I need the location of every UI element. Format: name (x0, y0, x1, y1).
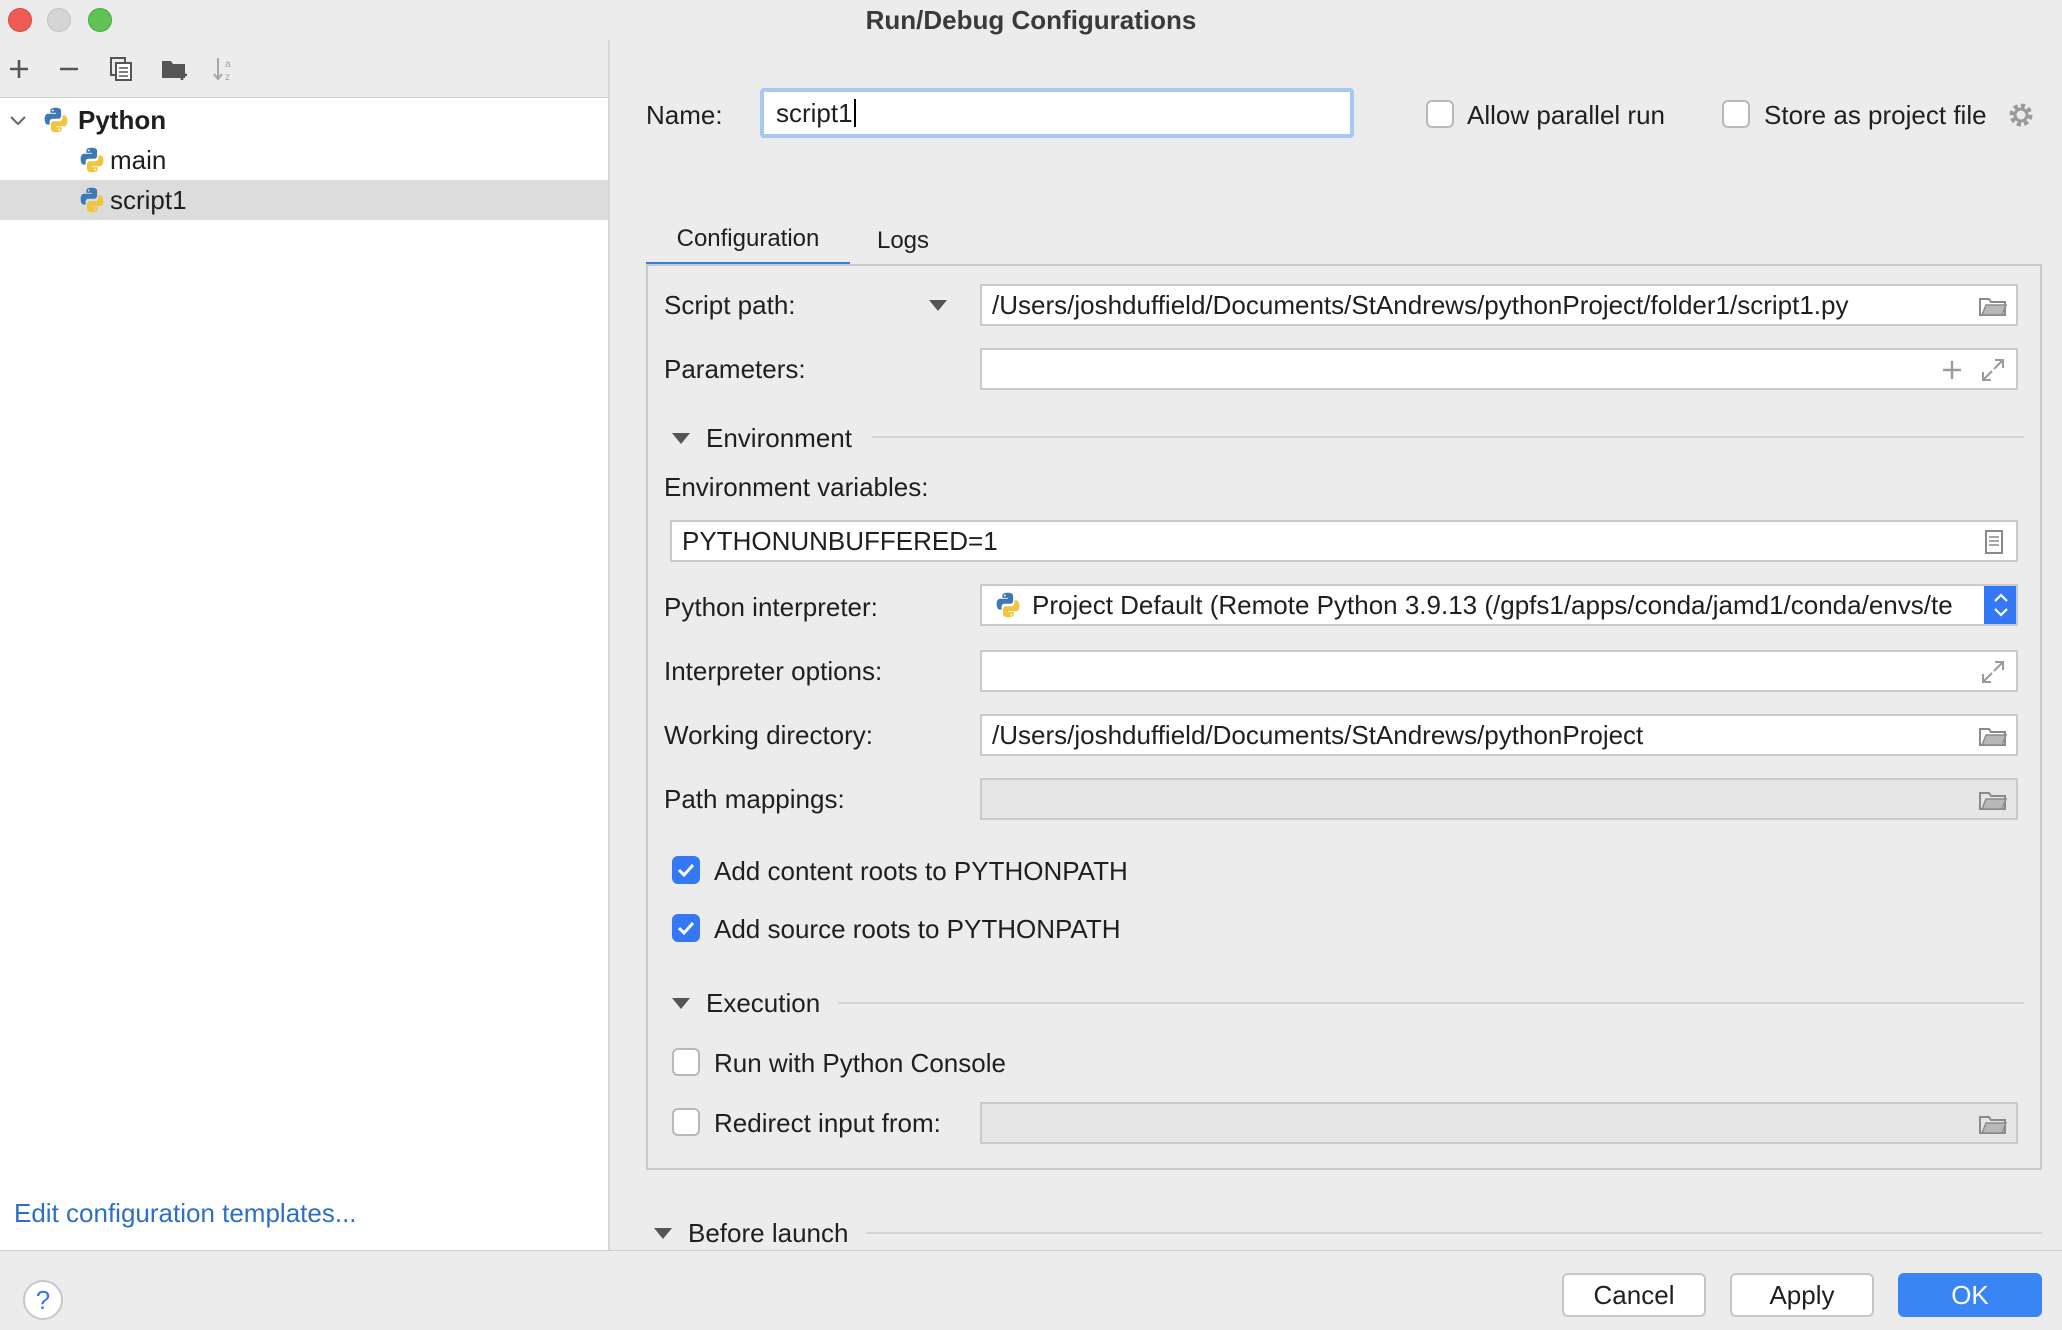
svg-text:a: a (225, 59, 231, 70)
sort-alpha-icon: a z (213, 58, 231, 83)
sort-configurations-button[interactable]: a z (208, 52, 242, 86)
section-title: Environment (706, 423, 852, 453)
tree-group-label: Python (78, 104, 167, 135)
folder-icon[interactable] (1978, 1110, 2008, 1138)
tree-item-label: main (110, 144, 167, 175)
tab-label: Logs (876, 227, 930, 254)
svg-text:z: z (225, 72, 230, 83)
allow-parallel-checkbox[interactable] (1426, 100, 1454, 128)
path-mappings-label: Path mappings: (664, 784, 845, 814)
working-dir-input[interactable]: /Users/joshduffield/Documents/StAndrews/… (980, 714, 2018, 756)
plus-icon (10, 60, 28, 78)
tree-item-label: script1 (110, 184, 187, 215)
interpreter-value: Project Default (Remote Python 3.9.13 (/… (1032, 589, 1953, 620)
interpreter-options-input[interactable] (980, 650, 2018, 692)
tree-group-python[interactable]: Python (0, 100, 608, 140)
execution-section-header[interactable]: Execution (672, 988, 820, 1019)
sidebar-toolbar: a z (0, 40, 608, 98)
collapse-triangle-icon (672, 433, 690, 444)
section-title: Execution (706, 988, 821, 1018)
chevron-down-icon[interactable] (8, 110, 28, 130)
content-roots-label: Add content roots to PYTHONPATH (714, 856, 1128, 886)
name-label: Name: (646, 100, 723, 130)
gear-icon[interactable] (2006, 100, 2036, 130)
add-configuration-button[interactable] (2, 52, 36, 86)
plus-icon[interactable] (1940, 358, 1964, 382)
tab-configuration[interactable]: Configuration (646, 216, 850, 266)
new-folder-button[interactable] (158, 52, 192, 86)
script-path-label: Script path: (664, 290, 796, 320)
section-divider (838, 1002, 2024, 1004)
interpreter-options-label: Interpreter options: (664, 656, 883, 686)
remove-configuration-button[interactable] (52, 52, 86, 86)
python-console-checkbox[interactable] (672, 1048, 700, 1076)
env-vars-input[interactable]: PYTHONUNBUFFERED=1 (670, 520, 2018, 562)
collapse-triangle-icon (654, 1228, 672, 1239)
store-project-checkbox[interactable] (1722, 100, 1750, 128)
redirect-input-checkbox[interactable] (672, 1108, 700, 1136)
script-path-input[interactable]: /Users/joshduffield/Documents/StAndrews/… (980, 284, 2018, 326)
env-vars-value: PYTHONUNBUFFERED=1 (682, 525, 998, 556)
source-roots-checkbox[interactable] (672, 914, 700, 942)
content-roots-checkbox[interactable] (672, 856, 700, 884)
section-divider (872, 436, 2024, 438)
copy-configuration-button[interactable] (104, 52, 138, 86)
tree-item-main[interactable]: main (0, 140, 608, 180)
working-dir-label: Working directory: (664, 720, 874, 750)
source-roots-label: Add source roots to PYTHONPATH (714, 914, 1121, 944)
interpreter-label: Python interpreter: (664, 592, 878, 622)
before-launch-section-header[interactable]: Before launch (654, 1218, 848, 1249)
interpreter-select[interactable]: Project Default (Remote Python 3.9.13 (/… (980, 584, 2018, 626)
minus-icon (60, 67, 78, 71)
select-arrows[interactable] (1984, 586, 2016, 624)
list-edit-icon[interactable] (1978, 528, 2008, 556)
text-caret (853, 99, 856, 127)
python-icon (78, 186, 106, 214)
env-vars-label: Environment variables: (664, 472, 929, 502)
parameters-label: Parameters: (664, 354, 806, 384)
store-project-label: Store as project file (1764, 100, 1987, 130)
tab-label: Configuration (676, 225, 820, 252)
expand-icon[interactable] (1978, 356, 2008, 384)
name-input[interactable]: script1 (760, 88, 1354, 138)
path-mappings-input[interactable] (980, 778, 2018, 820)
title-bar: Run/Debug Configurations (0, 0, 2062, 40)
edit-templates-link[interactable]: Edit configuration templates... (14, 1198, 357, 1229)
collapse-triangle-icon (672, 998, 690, 1009)
copy-icon (110, 57, 132, 81)
name-input-value: script1 (776, 97, 853, 128)
python-icon (42, 106, 70, 134)
configurations-sidebar: a z Python main script1 Edit configurati… (0, 40, 610, 1250)
folder-add-icon (162, 61, 187, 80)
tree-item-script1[interactable]: script1 (0, 180, 608, 220)
python-icon (78, 146, 106, 174)
python-icon (994, 591, 1022, 619)
folder-icon[interactable] (1978, 722, 2008, 750)
section-title: Before launch (688, 1218, 849, 1248)
environment-section-header[interactable]: Environment (672, 423, 852, 454)
redirect-input-field[interactable] (980, 1102, 2018, 1144)
parameters-input[interactable] (980, 348, 2018, 390)
allow-parallel-label: Allow parallel run (1467, 100, 1665, 130)
folder-icon[interactable] (1978, 786, 2008, 814)
expand-icon[interactable] (1978, 658, 2008, 686)
script-type-dropdown-icon[interactable] (928, 298, 948, 312)
cancel-button[interactable]: Cancel (1562, 1273, 1706, 1317)
python-console-label: Run with Python Console (714, 1048, 1006, 1078)
section-divider (866, 1232, 2042, 1234)
script-path-value: /Users/joshduffield/Documents/StAndrews/… (992, 289, 1849, 320)
help-button[interactable]: ? (23, 1280, 63, 1320)
apply-button[interactable]: Apply (1730, 1273, 1874, 1317)
checkmark-icon (677, 921, 695, 936)
checkmark-icon (677, 863, 695, 878)
window-title: Run/Debug Configurations (865, 5, 1197, 35)
redirect-input-label: Redirect input from: (714, 1108, 941, 1138)
working-dir-value: /Users/joshduffield/Documents/StAndrews/… (992, 719, 1644, 750)
folder-icon[interactable] (1978, 292, 2008, 320)
ok-button[interactable]: OK (1898, 1273, 2042, 1317)
tab-logs[interactable]: Logs (862, 216, 944, 266)
chevron-updown-icon (1994, 593, 2008, 617)
